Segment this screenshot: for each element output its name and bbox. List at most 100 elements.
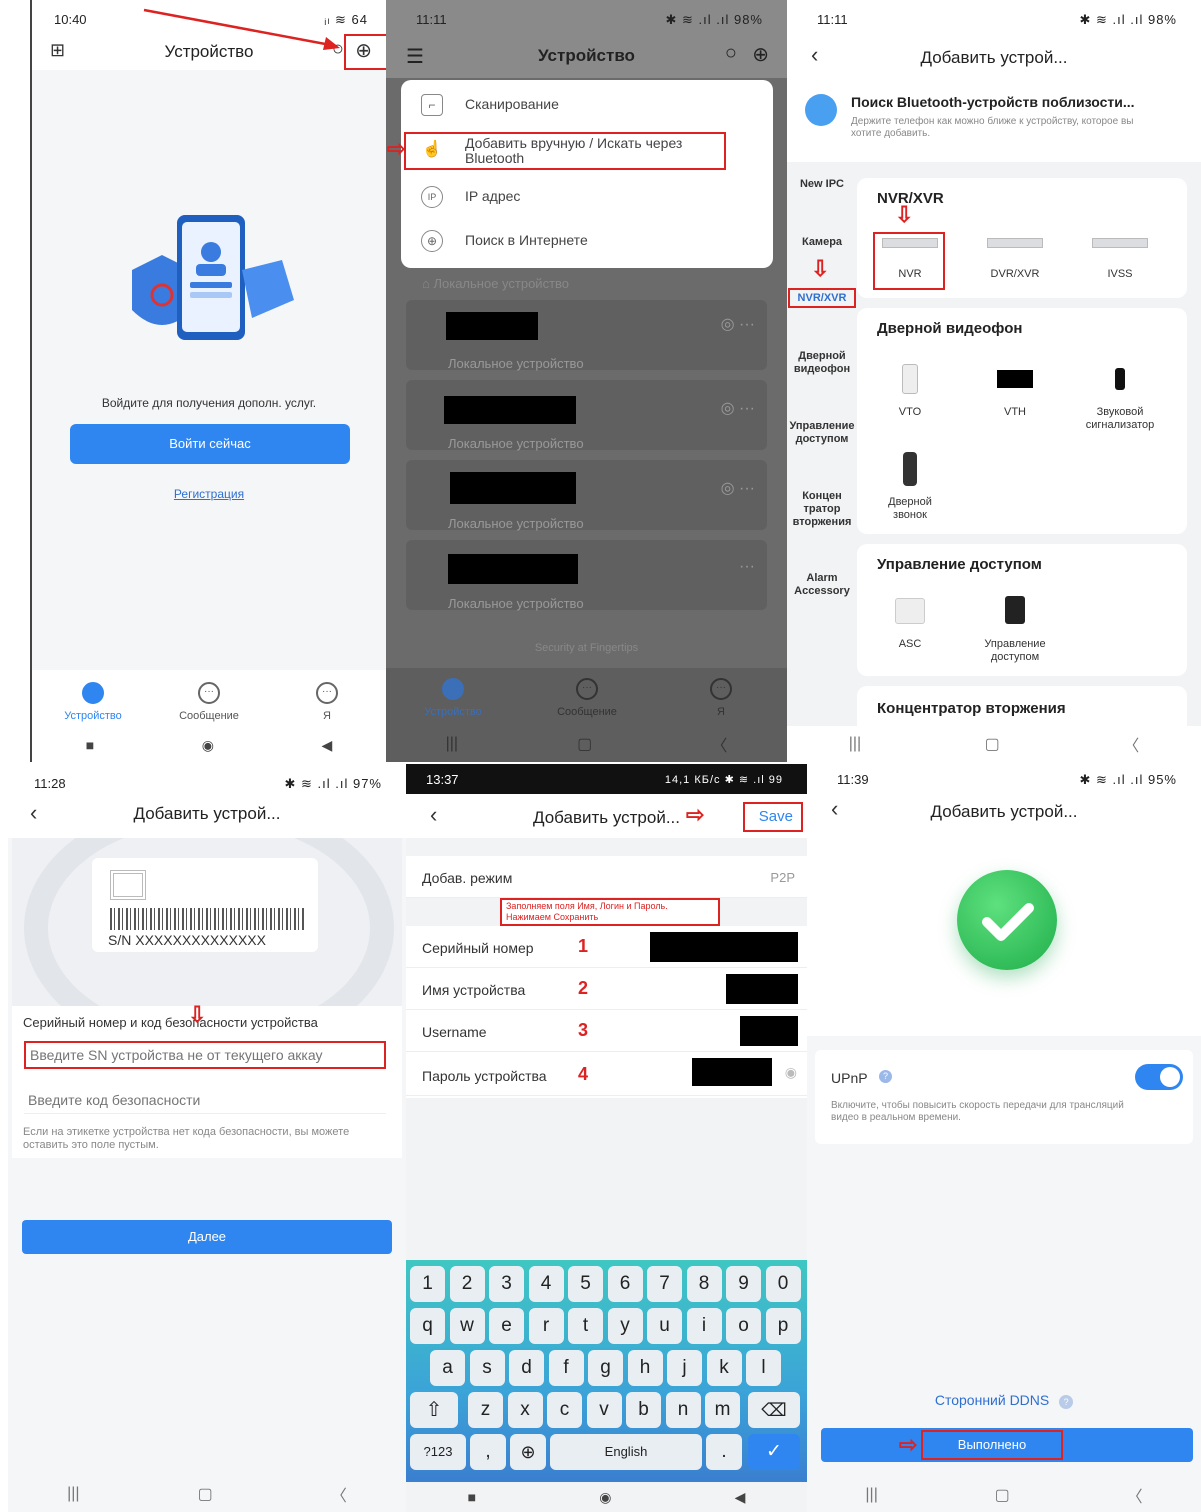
nav-home-icon[interactable]: ◉ [599,1489,611,1506]
key-digit[interactable]: 5 [568,1266,603,1302]
nav-back-icon[interactable]: 〈 [1127,1483,1143,1507]
key-digit[interactable]: 1 [410,1266,445,1302]
key-letter[interactable]: o [726,1308,761,1344]
symbols-key[interactable]: ?123 [410,1434,466,1470]
key-letter[interactable]: e [489,1308,524,1344]
key-letter[interactable]: r [528,1308,564,1344]
key-letter[interactable]: g [588,1350,623,1386]
upnp-toggle[interactable] [1135,1064,1183,1090]
nav-back-icon[interactable]: 〈 [711,732,727,756]
backspace-key-icon[interactable]: ⌫ [748,1392,800,1428]
key-letter[interactable]: x [507,1392,543,1428]
dot-key[interactable]: . [706,1434,742,1470]
key-letter[interactable]: n [665,1392,701,1428]
category-camera[interactable]: Камера [787,236,857,249]
more-icon[interactable]: ◎ ··· [721,398,755,418]
key-letter[interactable]: j [667,1350,702,1386]
key-letter[interactable]: t [568,1308,603,1344]
tab-me[interactable]: ··· Я [676,678,766,718]
tab-messages[interactable]: ··· Сообщение [542,678,632,718]
device-vth[interactable]: VTH [970,364,1060,419]
key-letter[interactable]: z [468,1392,503,1428]
key-digit[interactable]: 9 [726,1266,761,1302]
enter-key-icon[interactable]: ✓ [748,1434,800,1470]
key-letter[interactable]: q [410,1308,445,1344]
nav-back-icon[interactable]: 〈 [331,1482,347,1506]
category-new-ipc[interactable]: New IPC [787,178,857,191]
password-field[interactable]: Пароль устройства 4 ◉ [406,1054,807,1096]
search-icon[interactable]: ○ [725,42,737,65]
sn-input[interactable] [24,1041,386,1069]
menu-item-ip[interactable]: IP IP адрес [401,176,773,220]
key-digit[interactable]: 4 [528,1266,564,1302]
key-letter[interactable]: l [746,1350,781,1386]
nav-recents-icon[interactable]: ■ [468,1489,476,1505]
security-code-input[interactable] [24,1086,386,1114]
key-digit[interactable]: 2 [449,1266,485,1302]
username-field[interactable]: Username 3 [406,1010,807,1052]
device-row-3[interactable]: ◎ ··· Локальное устройство [406,460,767,531]
key-letter[interactable]: w [449,1308,485,1344]
nav-home-icon[interactable]: ▢ [995,1485,1010,1505]
device-access-control[interactable]: Управление доступом [970,596,1060,664]
nav-home-icon[interactable]: ▢ [577,734,592,754]
nav-recents-icon[interactable]: ||| [849,735,861,753]
bluetooth-search[interactable]: Поиск Bluetooth-устройств поблизости... … [787,80,1201,162]
key-letter[interactable]: h [627,1350,663,1386]
key-digit[interactable]: 7 [647,1266,682,1302]
key-letter[interactable]: m [705,1392,740,1428]
category-intrusion-hub[interactable]: Концен тратор вторжения [787,490,857,529]
tab-device[interactable]: Устройство [48,682,138,722]
more-icon[interactable]: ◎ ··· [721,314,755,334]
nav-back-icon[interactable]: 〈 [1123,732,1139,756]
nav-back-icon[interactable]: ◀ [735,1489,746,1506]
category-access-control[interactable]: Управление доступом [787,420,857,446]
key-letter[interactable]: u [647,1308,682,1344]
register-link[interactable]: Регистрация [32,487,386,501]
tab-me[interactable]: ··· Я [282,682,372,722]
shift-key-icon[interactable]: ⇧ [410,1392,458,1428]
key-digit[interactable]: 0 [765,1266,801,1302]
device-ivss[interactable]: IVSS [1075,238,1165,281]
menu-item-scan[interactable]: ⌐ Сканирование [401,84,773,128]
key-letter[interactable]: i [686,1308,722,1344]
nav-home-icon[interactable]: ▢ [985,734,1000,754]
login-button[interactable]: Войти сейчас [70,424,350,464]
key-letter[interactable]: b [626,1392,661,1428]
key-digit[interactable]: 6 [607,1266,643,1302]
device-row-2[interactable]: ◎ ··· Локальное устройство [406,380,767,451]
nav-recents-icon[interactable]: ||| [67,1485,79,1503]
key-letter[interactable]: s [469,1350,505,1386]
tab-device[interactable]: Устройство [408,678,498,718]
key-letter[interactable]: v [586,1392,622,1428]
device-vto[interactable]: VTO [865,364,955,419]
more-icon[interactable]: ◎ ··· [721,478,755,498]
category-alarm-accessory[interactable]: Alarm Accessory [787,572,857,598]
key-letter[interactable]: p [765,1308,801,1344]
nav-recents-icon[interactable]: ■ [86,737,94,753]
category-door-intercom[interactable]: Дверной видеофон [787,350,857,376]
serial-number-field[interactable]: Серийный номер 1 [406,926,807,968]
device-asc[interactable]: ASC [865,598,955,651]
key-letter[interactable]: a [430,1350,465,1386]
done-button[interactable]: Выполнено [921,1430,1063,1460]
device-row-4[interactable]: ··· Локальное устройство [406,540,767,611]
ddns-link[interactable]: Сторонний DDNS ? [807,1392,1201,1409]
device-name-field[interactable]: Имя устройства 2 [406,968,807,1010]
next-button[interactable]: Далее [22,1220,392,1254]
key-digit[interactable]: 8 [686,1266,722,1302]
help-icon[interactable]: ? [879,1070,892,1083]
key-digit[interactable]: 3 [489,1266,524,1302]
nav-back-icon[interactable]: ◀ [321,737,332,754]
nav-home-icon[interactable]: ▢ [198,1484,213,1504]
key-letter[interactable]: d [509,1350,544,1386]
nav-recents-icon[interactable]: ||| [446,735,458,753]
key-letter[interactable]: k [706,1350,742,1386]
more-icon[interactable]: ··· [739,558,755,576]
device-chime[interactable]: Звуковой сигнализатор [1075,364,1165,432]
device-doorbell[interactable]: Дверной звонок [865,452,955,522]
add-icon[interactable]: ⊕ [752,42,769,67]
help-icon[interactable]: ? [1059,1395,1074,1409]
eye-icon[interactable]: ◉ [785,1064,797,1081]
comma-key[interactable]: , [470,1434,506,1470]
